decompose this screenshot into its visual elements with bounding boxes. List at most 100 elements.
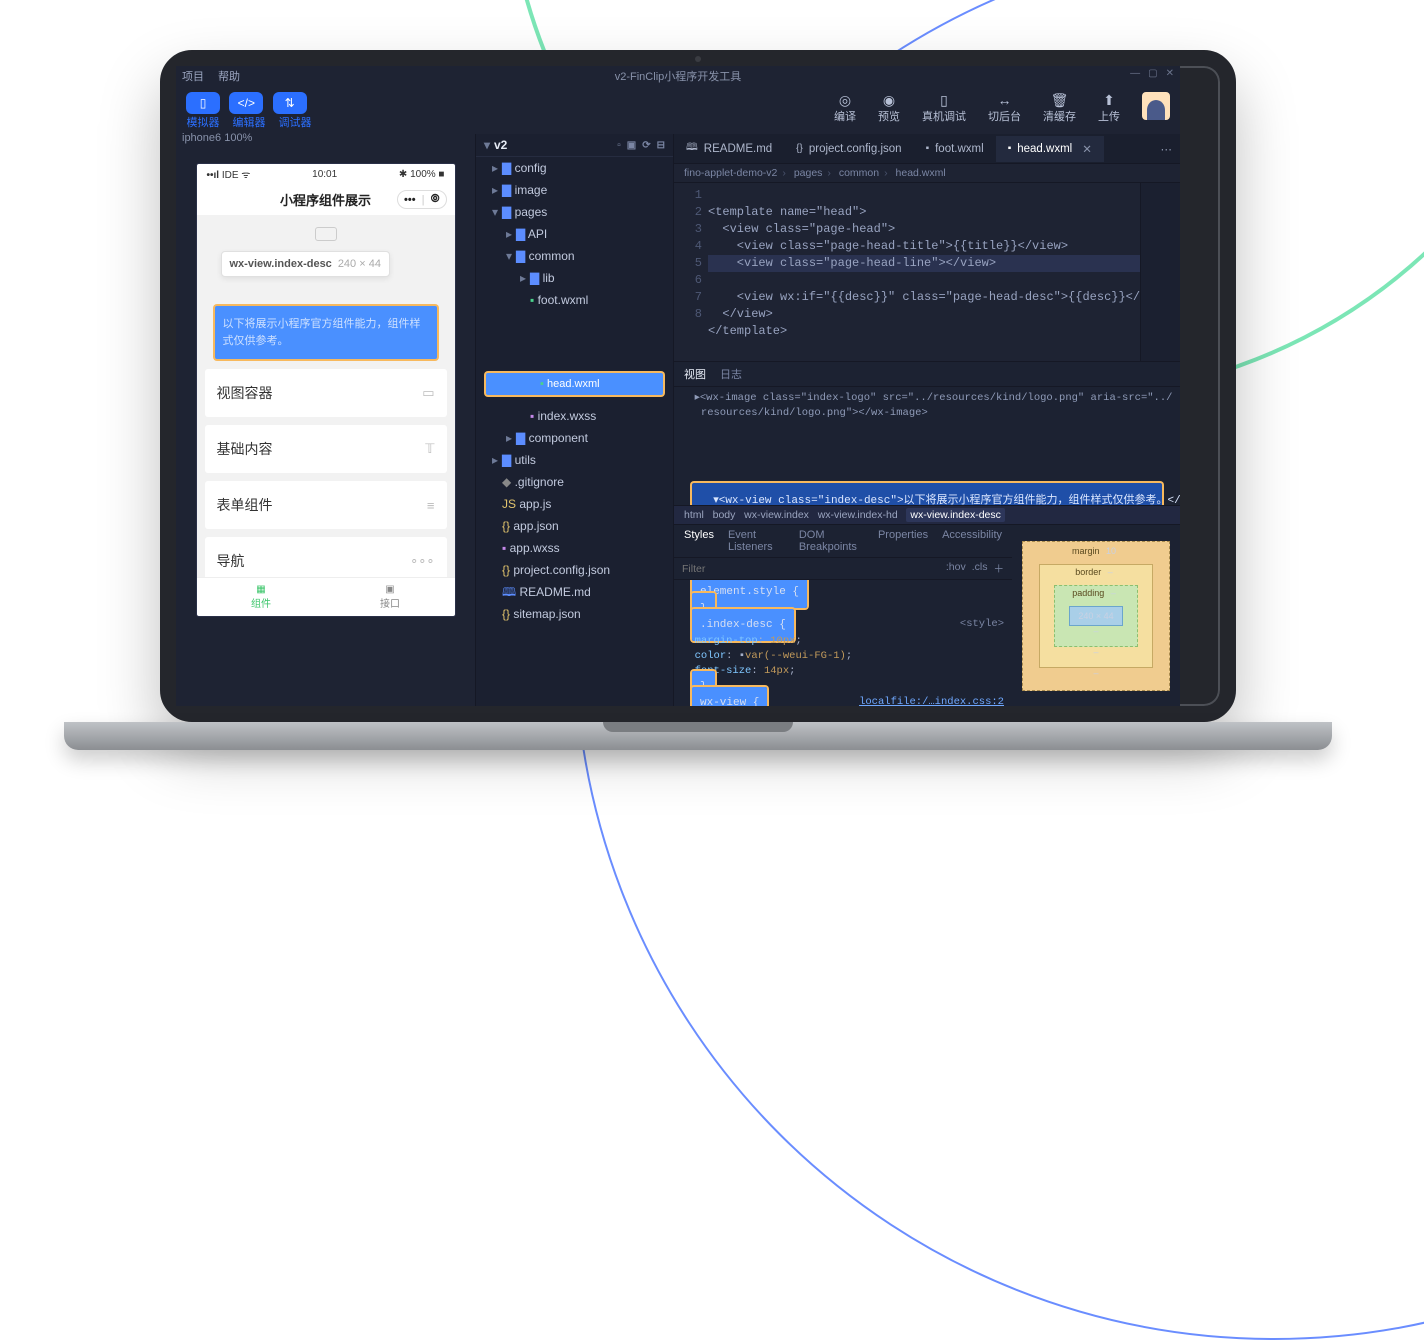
path-seg[interactable]: body <box>713 509 736 521</box>
highlighted-element[interactable]: 以下将展示小程序官方组件能力，组件样式仅供参考。 <box>215 306 437 359</box>
capsule-close-icon[interactable]: ⦾ <box>431 193 440 206</box>
eye-icon: ◉ <box>878 92 900 108</box>
phone-icon: ▯ <box>922 92 966 108</box>
path-seg[interactable]: html <box>684 509 704 521</box>
hov-toggle[interactable]: :hov <box>946 561 966 576</box>
folder[interactable]: ▸▇ component <box>476 427 673 449</box>
folder[interactable]: ▸▇ lib <box>476 267 673 289</box>
tabs-overflow-icon[interactable]: ⋯ <box>1153 142 1181 156</box>
file[interactable]: ▪ head.wxml <box>486 373 663 395</box>
simulator-pane: iphone6 100% ••ıl IDE ᯤ 10:01 ✱ 100% ■ 小… <box>176 134 476 706</box>
list-item[interactable]: 导航∘∘∘ <box>205 537 447 577</box>
mode-editor-label: 编辑器 <box>232 114 266 130</box>
new-file-icon[interactable]: ▫ <box>617 140 621 151</box>
list-item[interactable]: 视图容器▭ <box>205 369 447 417</box>
styles-tab[interactable]: DOM Breakpoints <box>799 529 864 553</box>
css-rules[interactable]: element.style { } <style>.index-desc { m… <box>674 580 1012 706</box>
webcam-dot <box>695 56 701 62</box>
crumb[interactable]: pages <box>794 167 823 179</box>
tb-remote[interactable]: ▯真机调试 <box>922 92 966 124</box>
crumb[interactable]: common <box>839 167 879 179</box>
styles-tab[interactable]: Properties <box>878 529 928 553</box>
styles-filter-input[interactable] <box>682 561 940 576</box>
tab-foot[interactable]: ▪foot.wxml <box>914 137 996 161</box>
tab-component[interactable]: ▦组件 <box>197 578 326 616</box>
explorer-header: ▾v2 ▫ ▣ ⟳ ⊟ <box>476 134 673 157</box>
tb-preview[interactable]: ◉预览 <box>878 92 900 124</box>
phone-tabbar: ▦组件 ▣接口 <box>197 577 455 616</box>
menu-project[interactable]: 项目 <box>182 68 204 84</box>
code-lines[interactable]: <template name="head"> <view class="page… <box>708 183 1140 361</box>
tb-upload[interactable]: ⬆上传 <box>1098 92 1120 124</box>
close-tab-icon[interactable]: ✕ <box>1082 142 1092 156</box>
carrier-label: ••ıl IDE ᯤ <box>207 167 251 181</box>
insp-tab-log[interactable]: 日志 <box>720 366 742 382</box>
folder[interactable]: ▾▇ common <box>476 245 673 267</box>
path-seg[interactable]: wx-view.index-hd <box>818 509 898 521</box>
mode-simulator[interactable]: ▯ <box>186 92 220 114</box>
folder[interactable]: ▸▇ API <box>476 223 673 245</box>
battery-label: ✱ 100% ■ <box>399 169 445 180</box>
tb-compile[interactable]: ◎编译 <box>834 92 856 124</box>
compile-icon: ◎ <box>834 92 856 108</box>
file[interactable]: {} project.config.json <box>476 559 673 581</box>
file[interactable]: ▪ foot.wxml <box>476 289 673 311</box>
tab-projectconfig[interactable]: {}project.config.json <box>784 137 913 161</box>
list-item[interactable]: 基础内容𝕋 <box>205 425 447 473</box>
page-title: 小程序组件展示 <box>280 190 371 209</box>
folder[interactable]: ▸▇ config <box>476 157 673 179</box>
file[interactable]: ▪ app.wxss <box>476 537 673 559</box>
avatar[interactable] <box>1142 92 1170 120</box>
box-content: 240 × 44 <box>1069 606 1122 626</box>
mode-debugger[interactable]: ⇅ <box>273 92 307 114</box>
code-editor[interactable]: 12345678 <template name="head"> <view cl… <box>674 183 1180 361</box>
folder[interactable]: ▾▇ pages <box>476 201 673 223</box>
logo-placeholder <box>315 227 337 241</box>
add-rule-icon[interactable]: ＋ <box>994 561 1005 576</box>
capsule-menu-icon[interactable]: ••• <box>404 194 416 206</box>
upload-icon: ⬆ <box>1098 92 1120 108</box>
menubar: 项目 帮助 v2-FinClip小程序开发工具 — ▢ ✕ <box>176 66 1180 86</box>
menu-help[interactable]: 帮助 <box>218 68 240 84</box>
list-item[interactable]: 表单组件≡ <box>205 481 447 529</box>
file[interactable]: {} sitemap.json <box>476 603 673 625</box>
tb-cache[interactable]: 🗑清缓存 <box>1043 92 1076 124</box>
minimap[interactable] <box>1140 183 1180 361</box>
cls-toggle[interactable]: .cls <box>972 561 988 576</box>
mode-editor[interactable]: </> <box>229 92 263 114</box>
container-icon: ▭ <box>422 385 434 401</box>
file[interactable]: ▪ index.wxss <box>476 405 673 427</box>
laptop-base <box>64 722 1332 750</box>
crumb[interactable]: fino-applet-demo-v2 <box>684 167 777 179</box>
file[interactable]: 🕮 README.md <box>476 581 673 603</box>
styles-tab[interactable]: Accessibility <box>942 529 1002 553</box>
close-icon[interactable]: ✕ <box>1166 68 1174 79</box>
phone-navbar: 小程序组件展示 •••|⦾ <box>197 184 455 215</box>
path-seg[interactable]: wx-view.index <box>744 509 809 521</box>
refresh-icon[interactable]: ⟳ <box>642 140 650 151</box>
folder[interactable]: ▸▇ utils <box>476 449 673 471</box>
file[interactable]: ◆ .gitignore <box>476 471 673 493</box>
new-folder-icon[interactable]: ▣ <box>627 140 636 151</box>
path-seg[interactable]: wx-view.index-desc <box>906 508 1004 522</box>
file[interactable]: {} app.json <box>476 515 673 537</box>
styles-tab[interactable]: Styles <box>684 529 714 553</box>
folder[interactable]: ▸▇ image <box>476 179 673 201</box>
crumb[interactable]: head.wxml <box>896 167 946 179</box>
maximize-icon[interactable]: ▢ <box>1148 68 1157 79</box>
tab-head[interactable]: ▪head.wxml✕ <box>996 136 1104 162</box>
collapse-icon[interactable]: ⊟ <box>657 140 665 151</box>
inspect-tooltip: wx-view.index-desc240 × 44 <box>221 251 390 277</box>
tab-api[interactable]: ▣接口 <box>326 578 455 616</box>
styles-pane: Styles Event Listeners DOM Breakpoints P… <box>674 525 1012 706</box>
laptop-frame: 项目 帮助 v2-FinClip小程序开发工具 — ▢ ✕ ▯ </> ⇅ <box>160 50 1236 750</box>
styles-tab[interactable]: Event Listeners <box>728 529 785 553</box>
file-explorer: ▾v2 ▫ ▣ ⟳ ⊟ ▸▇ config ▸▇ image ▾▇ pages … <box>476 134 674 706</box>
minimize-icon[interactable]: — <box>1130 68 1140 79</box>
inspector-tabs: 视图 日志 <box>674 362 1180 387</box>
tb-background[interactable]: ↔切后台 <box>988 92 1021 124</box>
insp-tab-view[interactable]: 视图 <box>684 366 706 382</box>
dom-tree[interactable]: ▸<wx-image class="index-logo" src="../re… <box>674 387 1180 505</box>
file[interactable]: JS app.js <box>476 493 673 515</box>
tab-readme[interactable]: 🕮README.md <box>674 134 784 163</box>
